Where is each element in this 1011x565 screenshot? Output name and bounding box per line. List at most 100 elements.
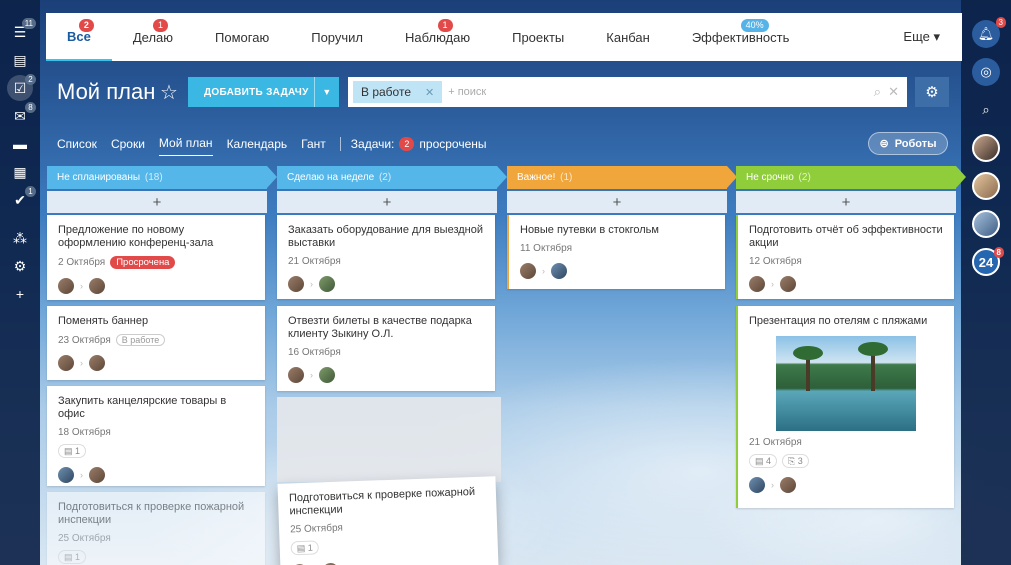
tab-calendar[interactable]: Календарь bbox=[227, 137, 288, 156]
column-header[interactable]: Не спланированы (18) bbox=[47, 166, 277, 189]
sidebar-chat[interactable]: ✉ 8 bbox=[0, 102, 40, 130]
avatar[interactable] bbox=[58, 278, 74, 294]
avatar[interactable] bbox=[520, 263, 536, 279]
add-card-button[interactable]: + bbox=[277, 191, 497, 213]
avatar[interactable] bbox=[319, 276, 335, 292]
avatar[interactable] bbox=[58, 467, 74, 483]
nav-projects[interactable]: Проекты bbox=[491, 13, 585, 61]
sidebar-tasks[interactable]: ☑ 2 bbox=[0, 74, 40, 102]
chat-bubble-icon: ◎ bbox=[980, 64, 992, 79]
avatar[interactable] bbox=[972, 172, 1000, 200]
column-header[interactable]: Не срочно (2) bbox=[736, 166, 966, 189]
task-card[interactable]: Подготовить отчёт об эффективности акции… bbox=[736, 215, 954, 299]
sidebar-check[interactable]: ✔ 1 bbox=[0, 186, 40, 214]
sidebar-calendar[interactable]: ▦ bbox=[0, 158, 40, 186]
chevron-down-icon[interactable]: ▼ bbox=[314, 77, 339, 107]
nav-watching[interactable]: Наблюдаю 1 bbox=[384, 13, 491, 61]
tab-my-plan[interactable]: Мой план bbox=[158, 136, 213, 156]
robots-button[interactable]: ⊜ Роботы bbox=[868, 132, 948, 155]
sidebar-structure[interactable]: ⁂ bbox=[0, 224, 40, 252]
add-card-button[interactable]: + bbox=[507, 191, 727, 213]
task-card[interactable]: Предложение по новому оформлению конфере… bbox=[47, 215, 265, 300]
task-card[interactable]: Презентация по отелям с пляжами 21 Октяб… bbox=[736, 306, 954, 508]
avatar[interactable] bbox=[972, 210, 1000, 238]
robots-label: Роботы bbox=[894, 137, 937, 150]
sidebar-settings[interactable]: ⚙ bbox=[0, 252, 40, 280]
sidebar-list[interactable]: ▤ bbox=[0, 46, 40, 74]
tab-list[interactable]: Список bbox=[57, 137, 97, 156]
nav-all[interactable]: Все 2 bbox=[46, 13, 112, 61]
overdue-badge: Просрочена bbox=[110, 256, 176, 269]
comments-badge[interactable]: ▤ 4 bbox=[749, 454, 778, 468]
messenger-button[interactable]: ◎ bbox=[972, 58, 1000, 86]
avatar[interactable] bbox=[551, 263, 567, 279]
nav-efficiency[interactable]: Эффективность 40% bbox=[671, 13, 811, 61]
task-card[interactable]: Отвезти билеты в качестве подарка клиент… bbox=[277, 306, 495, 391]
column-count: (1) bbox=[560, 172, 573, 183]
settings-button[interactable]: ⚙ bbox=[915, 77, 949, 107]
task-card[interactable]: Новые путевки в стокгольм 11 Октября › bbox=[507, 215, 725, 289]
column-header[interactable]: Важное! (1) bbox=[507, 166, 737, 189]
task-card[interactable]: Подготовиться к проверке пожарной инспек… bbox=[47, 492, 265, 565]
nav-kanban[interactable]: Канбан bbox=[585, 13, 671, 61]
avatar[interactable] bbox=[972, 134, 1000, 162]
nav-more[interactable]: Еще ▾ bbox=[882, 13, 962, 61]
kanban-column: Важное! (1) + Новые путевки в стокгольм … bbox=[507, 166, 737, 289]
nav-label: Наблюдаю bbox=[405, 29, 471, 45]
avatar[interactable] bbox=[89, 278, 105, 294]
plus-icon: + bbox=[382, 193, 392, 211]
avatar[interactable] bbox=[749, 477, 765, 493]
task-card[interactable]: Поменять баннер 23 Октября В работе › bbox=[47, 306, 265, 380]
bitrix24-button[interactable]: 24 8 bbox=[972, 247, 1004, 276]
close-icon[interactable]: ✕ bbox=[425, 86, 434, 99]
search-button[interactable]: ⌕ bbox=[972, 96, 1000, 124]
avatar[interactable] bbox=[58, 355, 74, 371]
nav-doing[interactable]: Делаю 1 bbox=[112, 13, 194, 61]
plus-icon: + bbox=[841, 193, 851, 211]
avatar[interactable] bbox=[288, 367, 304, 383]
attachments-badge[interactable]: ⎘ 3 bbox=[782, 454, 809, 468]
sidebar-add[interactable]: + bbox=[0, 280, 40, 308]
gear-icon: ⚙ bbox=[13, 257, 27, 274]
card-date: 16 Октября bbox=[288, 347, 341, 358]
comments-badge[interactable]: ▤ 1 bbox=[290, 540, 320, 556]
avatar[interactable] bbox=[89, 355, 105, 371]
add-task-button[interactable]: ДОБАВИТЬ ЗАДАЧУ ▼ bbox=[188, 77, 339, 107]
overdue-filter-link[interactable]: просрочены bbox=[419, 137, 486, 156]
sidebar-drive[interactable]: ▬ bbox=[0, 130, 40, 158]
overdue-count-badge[interactable]: 2 bbox=[399, 136, 415, 151]
add-card-button[interactable]: + bbox=[47, 191, 267, 213]
chevron-right-icon: › bbox=[771, 480, 774, 490]
nav-helping[interactable]: Помогаю bbox=[194, 13, 290, 61]
avatar[interactable] bbox=[89, 467, 105, 483]
tab-deadlines[interactable]: Сроки bbox=[111, 137, 145, 156]
tab-gantt[interactable]: Гант bbox=[301, 137, 326, 156]
clear-icon[interactable]: ✕ bbox=[888, 84, 899, 100]
task-card[interactable]: Закупить канцелярские товары в офис 18 О… bbox=[47, 386, 265, 486]
avatar[interactable] bbox=[319, 367, 335, 383]
star-icon[interactable]: ☆ bbox=[160, 80, 178, 105]
card-date: 25 Октября bbox=[58, 533, 111, 544]
sidebar-filter[interactable]: ☰ 11 bbox=[0, 18, 40, 46]
avatar[interactable] bbox=[780, 477, 796, 493]
search-icon[interactable]: ⌕ bbox=[874, 84, 881, 100]
filter-chip[interactable]: В работе ✕ bbox=[353, 81, 443, 103]
task-card[interactable]: Заказать оборудование для выездной выста… bbox=[277, 215, 495, 299]
avatar[interactable] bbox=[749, 276, 765, 292]
nav-assigned[interactable]: Поручил bbox=[290, 13, 384, 61]
kanban-column: Не спланированы (18) + Предложение по но… bbox=[47, 166, 277, 565]
comments-badge[interactable]: ▤ 1 bbox=[58, 444, 87, 458]
column-header[interactable]: Сделаю на неделе (2) bbox=[277, 166, 507, 189]
avatar[interactable] bbox=[780, 276, 796, 292]
search-input[interactable]: + поиск bbox=[448, 86, 486, 98]
notifications-button[interactable]: 🔔︎ 3 bbox=[972, 17, 1006, 48]
search-field[interactable]: В работе ✕ + поиск ⌕ ✕ bbox=[348, 77, 907, 107]
plus-icon: + bbox=[15, 286, 25, 302]
chevron-right-icon: › bbox=[80, 281, 83, 291]
add-card-button[interactable]: + bbox=[736, 191, 956, 213]
task-card-dragging[interactable]: Подготовиться к проверке пожарной инспек… bbox=[277, 476, 499, 565]
nav-label: Делаю bbox=[132, 29, 174, 45]
avatar[interactable] bbox=[288, 276, 304, 292]
chevron-right-icon: › bbox=[771, 279, 774, 289]
comments-badge[interactable]: ▤ 1 bbox=[58, 550, 87, 564]
